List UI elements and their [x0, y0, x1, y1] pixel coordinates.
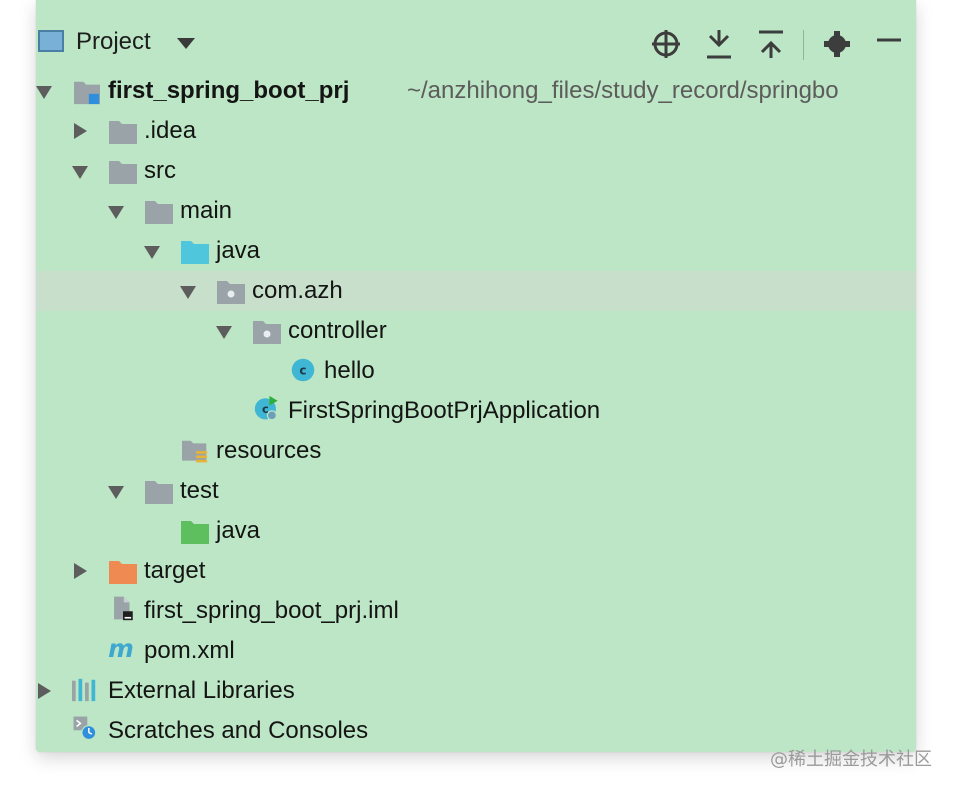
- resources-folder-icon: [182, 440, 208, 463]
- tree-node-project-root[interactable]: first_spring_boot_prj ~/anzhihong_files/…: [36, 71, 916, 111]
- tree-node-iml[interactable]: first_spring_boot_prj.iml: [36, 591, 916, 631]
- tree-node-label: External Libraries: [108, 677, 295, 704]
- tree-node-application[interactable]: c FirstSpringBootPrjApplication: [36, 391, 916, 431]
- excluded-folder-icon: [109, 561, 137, 584]
- tree-node-label: resources: [216, 437, 322, 464]
- tree-node-label: com.azh: [252, 277, 343, 304]
- tree-node-test-java[interactable]: java: [36, 511, 916, 551]
- tree-node-src[interactable]: src: [36, 151, 916, 191]
- tree-node-test[interactable]: test: [36, 471, 916, 511]
- project-view-selector[interactable]: Project: [76, 28, 151, 56]
- source-folder-icon: [181, 241, 209, 264]
- spring-boot-application-icon: c: [254, 395, 278, 421]
- tree-node-label: src: [144, 157, 176, 184]
- package-icon: [253, 321, 281, 344]
- libraries-icon: [72, 678, 96, 702]
- maven-icon: m: [108, 637, 134, 663]
- tree-node-main-java[interactable]: java: [36, 231, 916, 271]
- java-class-icon: c: [291, 358, 315, 382]
- expand-arrow-icon[interactable]: [216, 326, 232, 339]
- tree-node-label: FirstSpringBootPrjApplication: [288, 397, 601, 424]
- expand-arrow-icon[interactable]: [108, 206, 124, 219]
- svg-text:m: m: [108, 637, 134, 663]
- collapse-arrow-icon[interactable]: [74, 123, 87, 139]
- tree-node-label: java: [216, 237, 261, 264]
- tree-node-label: main: [180, 197, 233, 224]
- tree-node-com-azh[interactable]: com.azh: [36, 271, 916, 311]
- expand-arrow-icon[interactable]: [180, 286, 196, 299]
- svg-text:c: c: [299, 363, 306, 377]
- watermark-text: @稀土掘金技术社区: [770, 749, 932, 770]
- tree-node-external-libraries[interactable]: External Libraries: [36, 671, 916, 711]
- tree-node-label: Scratches and Consoles: [108, 717, 369, 744]
- tree-node-pom[interactable]: m pom.xml: [36, 631, 916, 671]
- tree-node-label: test: [180, 477, 219, 504]
- tree-node-idea[interactable]: .idea: [36, 111, 916, 151]
- tree-node-main[interactable]: main: [36, 191, 916, 231]
- tree-node-label: pom.xml: [144, 637, 235, 664]
- tree-node-hello[interactable]: c hello: [36, 351, 916, 391]
- scratches-icon: [73, 716, 97, 741]
- project-tool-window: Project first_spring_boot_prj ~/anzhihon…: [36, 0, 916, 752]
- tree-node-controller[interactable]: controller: [36, 311, 916, 351]
- project-toolbar: Project: [36, 0, 916, 62]
- expand-arrow-icon[interactable]: [144, 246, 160, 259]
- expand-arrow-icon[interactable]: [36, 86, 52, 99]
- expand-arrow-icon[interactable]: [72, 166, 88, 179]
- folder-icon: [145, 201, 173, 224]
- folder-icon: [109, 121, 137, 144]
- tree-node-label: first_spring_boot_prj: [108, 77, 350, 104]
- tree-node-target[interactable]: target: [36, 551, 916, 591]
- folder-icon: [145, 481, 173, 504]
- tree-node-label: hello: [324, 357, 375, 384]
- tree-node-label: target: [144, 557, 206, 584]
- module-file-icon: [114, 596, 133, 621]
- gear-icon[interactable]: [822, 28, 852, 60]
- collapse-all-icon[interactable]: [756, 28, 786, 60]
- folder-icon: [109, 161, 137, 184]
- collapse-arrow-icon[interactable]: [74, 563, 87, 579]
- chevron-down-icon[interactable]: [177, 38, 195, 49]
- tree-node-label: java: [216, 517, 261, 544]
- tree-node-resources[interactable]: resources: [36, 431, 916, 471]
- tree-node-path: ~/anzhihong_files/study_record/springbo: [407, 77, 839, 104]
- tree-node-label: controller: [288, 317, 387, 344]
- package-icon: [217, 281, 245, 304]
- locate-icon[interactable]: [650, 28, 682, 60]
- expand-all-icon[interactable]: [704, 28, 734, 60]
- test-folder-icon: [181, 521, 209, 544]
- toolbar-separator: [803, 30, 804, 60]
- project-view-icon: [38, 30, 64, 52]
- tree-node-label: .idea: [144, 117, 197, 144]
- tree-node-label: first_spring_boot_prj.iml: [144, 597, 399, 624]
- module-folder-icon: [74, 81, 100, 105]
- collapse-arrow-icon[interactable]: [38, 683, 51, 699]
- minimize-icon[interactable]: [874, 28, 904, 60]
- expand-arrow-icon[interactable]: [108, 486, 124, 499]
